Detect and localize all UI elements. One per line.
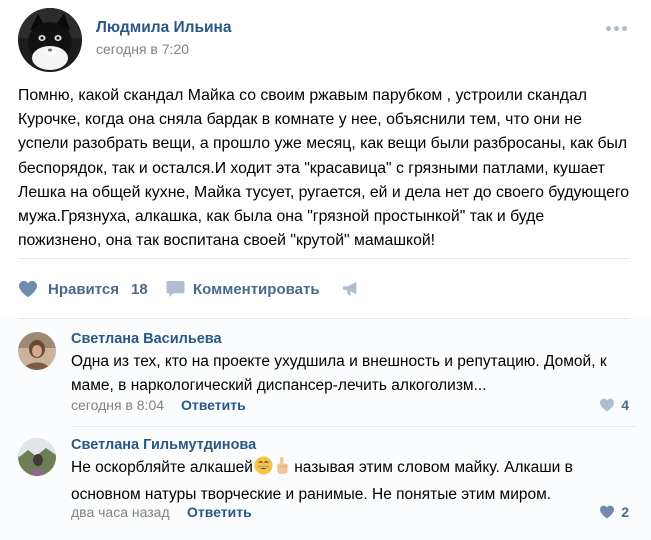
post-card: Людмила Ильина сегодня в 7:20 Помню, как… [0, 0, 651, 540]
comment-like-count: 2 [621, 504, 629, 520]
heart-icon [19, 280, 37, 298]
comment-text: Одна из тех, кто на проекте ухудшила и в… [71, 353, 607, 394]
avatar-image [18, 332, 56, 370]
comment-avatar[interactable] [18, 438, 56, 476]
avatar-image [18, 438, 56, 476]
heart-icon [600, 505, 615, 519]
comment-text-part: основном натуры творческие и ранимые. Не… [71, 485, 552, 503]
author-avatar[interactable] [18, 8, 82, 72]
comment-label: Комментировать [193, 280, 320, 298]
divider [18, 318, 630, 319]
reply-button[interactable]: Ответить [181, 397, 246, 413]
comment-author[interactable]: Светлана Васильева [71, 331, 222, 347]
divider [18, 258, 630, 259]
like-button[interactable]: Нравится 18 [18, 278, 148, 300]
comment-like-button[interactable]: 4 [599, 397, 629, 413]
comment-text: Не оскорбляйте алкашей называя этим слов… [71, 456, 637, 506]
comment-button[interactable]: Комментировать [166, 278, 320, 300]
dot [614, 25, 619, 31]
megaphone-icon [343, 281, 357, 296]
like-count: 18 [131, 280, 148, 298]
share-button[interactable] [342, 278, 360, 300]
comment-time[interactable]: сегодня в 8:04 [71, 397, 164, 413]
post-time[interactable]: сегодня в 7:20 [96, 41, 189, 57]
pointing-hand-emoji-icon [275, 456, 289, 483]
post-author[interactable]: Людмила Ильина [96, 19, 232, 37]
dot [606, 25, 611, 31]
comment-like-count: 4 [621, 397, 629, 413]
grinning-sweat-emoji-icon [254, 456, 273, 483]
more-dots-icon[interactable] [606, 23, 630, 33]
comment-like-button[interactable]: 2 [599, 504, 629, 520]
reply-button[interactable]: Ответить [187, 504, 252, 520]
comment-avatar[interactable] [18, 332, 56, 370]
comment-author[interactable]: Светлана Гильмутдинова [71, 437, 256, 453]
divider [71, 426, 637, 427]
comment-bubble-icon [166, 280, 185, 298]
heart-icon [600, 398, 615, 412]
post-text: Помню, какой скандал Майка со своим ржав… [18, 87, 630, 250]
cat-avatar-image [18, 8, 82, 72]
comment-text-part: Не оскорбляйте алкашей [71, 459, 253, 476]
dot [622, 25, 627, 31]
comment-time[interactable]: два часа назад [71, 504, 170, 520]
comment-text-part: называя этим словом майку. Алкаши в [289, 459, 573, 476]
like-label: Нравится [48, 280, 120, 298]
